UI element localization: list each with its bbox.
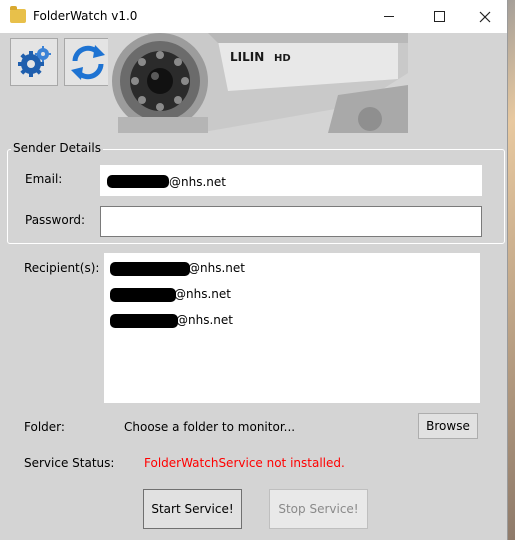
- service-status-label: Service Status:: [24, 456, 115, 470]
- recipient-domain: @nhs.net: [176, 313, 233, 327]
- recipients-label: Recipient(s):: [24, 261, 100, 275]
- recipients-list[interactable]: @nhs.net @nhs.net @nhs.net: [104, 253, 480, 403]
- window-title: FolderWatch v1.0: [33, 9, 138, 23]
- stop-service-button[interactable]: Stop Service!: [269, 489, 368, 529]
- start-service-button[interactable]: Start Service!: [143, 489, 242, 529]
- close-icon: [479, 11, 491, 22]
- camera-banner: LILIN HD: [108, 33, 408, 133]
- close-button[interactable]: [462, 0, 508, 33]
- folder-path-text: Choose a folder to monitor...: [124, 420, 296, 434]
- email-value: @nhs.net: [169, 175, 226, 189]
- refresh-arrows-icon: [71, 45, 105, 80]
- title-bar[interactable]: FolderWatch v1.0: [0, 0, 507, 33]
- recipient-domain: @nhs.net: [188, 261, 245, 275]
- refresh-button[interactable]: [64, 38, 112, 86]
- recipient-domain: @nhs.net: [174, 287, 231, 301]
- banner-brand: LILIN: [230, 50, 264, 64]
- banner-badge: HD: [274, 53, 291, 64]
- list-item[interactable]: @nhs.net: [104, 261, 404, 277]
- list-item[interactable]: @nhs.net: [104, 313, 404, 329]
- settings-button[interactable]: [10, 38, 58, 86]
- browse-button[interactable]: Browse: [418, 413, 478, 439]
- folderwatch-window: FolderWatch v1.0 LILIN HD Sender Details…: [0, 0, 508, 540]
- recipient-redaction: [110, 262, 190, 276]
- minimize-button[interactable]: [366, 0, 412, 33]
- recipient-redaction: [110, 288, 176, 302]
- recipient-redaction: [110, 314, 178, 328]
- email-label: Email:: [25, 172, 63, 186]
- minimize-icon: [384, 16, 394, 17]
- email-field[interactable]: @nhs.net: [100, 165, 482, 196]
- cctv-camera-banner: LILIN HD: [108, 33, 408, 133]
- folder-label: Folder:: [24, 420, 65, 434]
- password-label: Password:: [25, 213, 86, 227]
- folder-app-icon: [10, 6, 26, 23]
- gears-icon: [18, 46, 51, 77]
- email-redaction: [107, 175, 169, 188]
- service-status-text: FolderWatchService not installed.: [144, 456, 345, 470]
- sender-details-legend: Sender Details: [11, 141, 103, 155]
- password-field[interactable]: [100, 206, 482, 237]
- maximize-button[interactable]: [416, 0, 462, 33]
- maximize-icon: [433, 11, 445, 22]
- list-item[interactable]: @nhs.net: [104, 287, 404, 303]
